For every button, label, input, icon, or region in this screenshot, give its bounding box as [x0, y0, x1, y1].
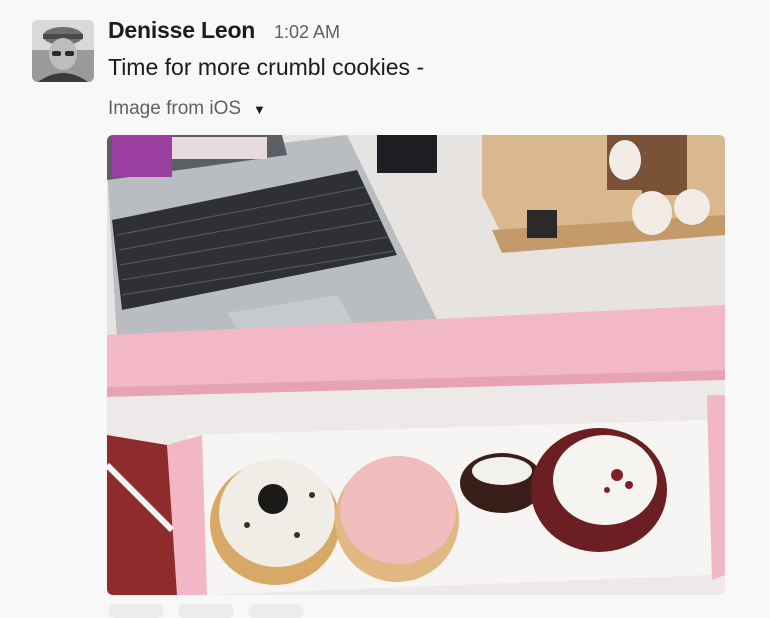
caret-down-icon: ▼: [253, 101, 266, 117]
message: Denisse Leon 1:02 AM Time for more crumb…: [0, 0, 770, 618]
reaction-pill[interactable]: [178, 604, 234, 618]
reactions-row: [108, 604, 304, 618]
message-text: Time for more crumbl cookies -: [108, 54, 425, 80]
attachment-toggle[interactable]: Image from iOS ▼: [108, 98, 266, 120]
message-timestamp[interactable]: 1:02 AM: [274, 22, 340, 43]
attachment-label: Image from iOS: [108, 98, 242, 119]
reaction-pill[interactable]: [108, 604, 164, 618]
avatar[interactable]: [32, 20, 94, 82]
attached-photo[interactable]: [107, 135, 725, 595]
author-name[interactable]: Denisse Leon: [108, 17, 255, 44]
reaction-pill[interactable]: [248, 604, 304, 618]
